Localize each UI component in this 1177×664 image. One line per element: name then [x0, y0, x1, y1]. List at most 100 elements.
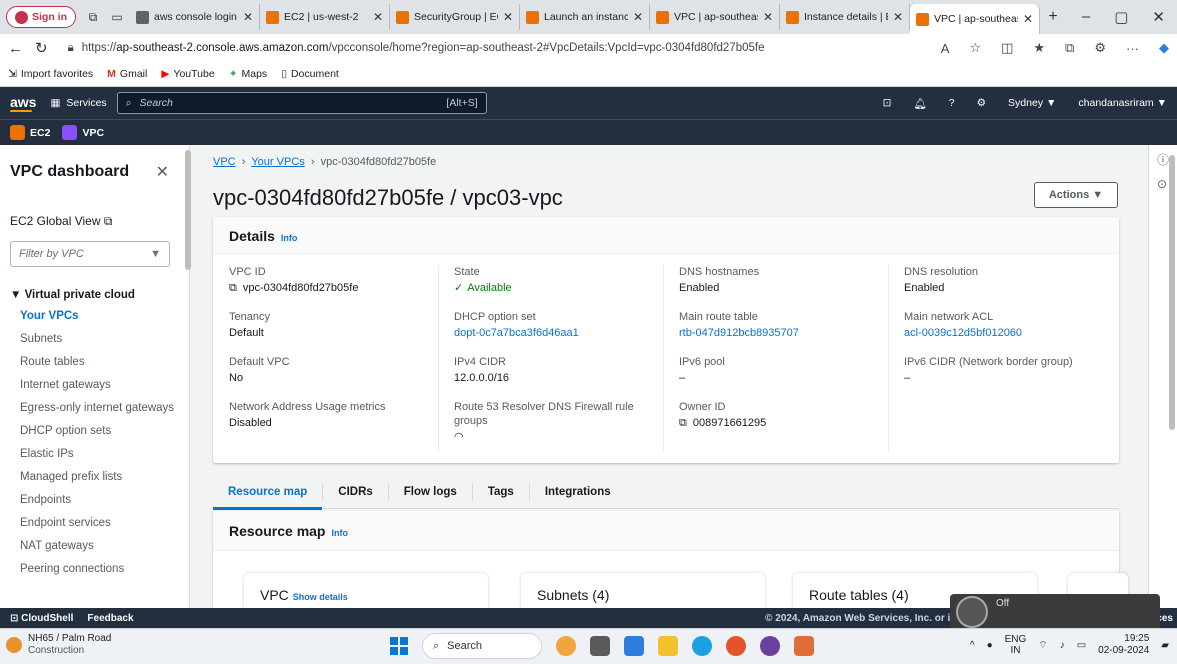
close-window-icon[interactable]: ✕	[1152, 8, 1165, 26]
notifications-tray-icon[interactable]: ▰	[1161, 640, 1169, 651]
sidebar-item[interactable]: NAT gateways	[10, 535, 189, 558]
sidebar-item[interactable]: DHCP option sets	[10, 420, 189, 443]
back-icon[interactable]: ←	[8, 40, 23, 57]
bookmark-item[interactable]: ⇲ Import favorites	[8, 68, 93, 80]
workspaces-icon[interactable]: ⧉	[82, 6, 104, 28]
browser-tab[interactable]: VPC | ap-southeast ✕	[650, 4, 780, 30]
account-menu[interactable]: chandanasriram ▼	[1078, 97, 1167, 109]
tab-actions-icon[interactable]: ▭	[106, 6, 128, 28]
tab-cidrs[interactable]: CIDRs	[323, 483, 389, 500]
sidebar-item[interactable]: Managed prefix lists	[10, 466, 189, 489]
collections-icon[interactable]: ⧉	[1065, 40, 1074, 56]
sidebar-item[interactable]: Peering connections	[10, 558, 189, 581]
more-icon[interactable]: ···	[1126, 41, 1139, 56]
field-value[interactable]: dopt-0c7a7bca3f6d46aa1	[454, 325, 664, 341]
filter-by-vpc-select[interactable]: Filter by VPC ▼	[10, 241, 170, 267]
sidebar-scrollbar[interactable]	[185, 150, 191, 270]
tab-flow-logs[interactable]: Flow logs	[389, 483, 473, 500]
resource-map-info-link[interactable]: Info	[331, 528, 348, 538]
browser-tab[interactable]: aws console login - ✕	[130, 4, 260, 30]
sidebar-item[interactable]: Subnets	[10, 328, 189, 351]
vscode-app-icon[interactable]	[624, 636, 644, 656]
tab-integrations[interactable]: Integrations	[530, 484, 626, 500]
file-explorer-icon[interactable]	[658, 636, 678, 656]
feedback-link[interactable]: Feedback	[87, 613, 133, 624]
info-panel-icon[interactable]: ⓘ	[1157, 151, 1169, 168]
tab-close-icon[interactable]: ✕	[893, 10, 903, 24]
shortcut-vpc[interactable]: VPC	[62, 125, 104, 140]
refresh-icon[interactable]: ↻	[35, 39, 48, 57]
tab-close-icon[interactable]: ✕	[1023, 12, 1033, 26]
copilot-icon[interactable]: ◆	[1159, 40, 1169, 56]
services-menu[interactable]: ▦ Services	[50, 97, 106, 109]
url-field[interactable]: 🔒︎ https://ap-southeast-2.console.aws.am…	[68, 42, 929, 55]
notifications-icon[interactable]: 🔔︎	[913, 97, 926, 110]
microphone-icon[interactable]	[956, 596, 988, 628]
wifi-icon[interactable]: ⌔	[1038, 639, 1047, 652]
actions-button[interactable]: Actions ▼	[1034, 182, 1118, 208]
show-details-link[interactable]: Show details	[293, 592, 348, 602]
field-value[interactable]: rtb-047d912bcb8935707	[679, 325, 889, 341]
browser-tab[interactable]: SecurityGroup | EC ✕	[390, 4, 520, 30]
cloudshell-link[interactable]: ⊡ CloudShell	[10, 613, 73, 624]
settings-icon[interactable]: ⚙	[977, 97, 986, 109]
tab-resource-map[interactable]: Resource map	[213, 483, 324, 510]
page-scrollbar[interactable]	[1169, 155, 1175, 430]
browser-tab[interactable]: VPC | ap-southeast ✕	[910, 4, 1040, 34]
aws-logo[interactable]: aws	[10, 95, 36, 112]
copy-icon[interactable]: ⧉	[679, 417, 687, 429]
sidebar-item[interactable]: Egress-only internet gateways	[10, 397, 189, 420]
read-aloud-icon[interactable]: A	[941, 41, 950, 56]
clock[interactable]: 19:25 02-09-2024	[1098, 633, 1149, 657]
copy-icon[interactable]: ⧉	[229, 282, 237, 294]
git-app-icon[interactable]	[794, 636, 814, 656]
media-app-icon[interactable]	[760, 636, 780, 656]
virtual-private-cloud-section[interactable]: ▼ Virtual private cloud	[10, 289, 189, 301]
tab-close-icon[interactable]: ✕	[633, 10, 643, 24]
split-screen-icon[interactable]: ◫	[1001, 40, 1013, 56]
breadcrumb-your-vpcs[interactable]: Your VPCs	[251, 156, 304, 168]
bookmark-item[interactable]: ▶ YouTube	[161, 68, 214, 80]
browser-tab[interactable]: Launch an instance ✕	[520, 4, 650, 30]
help-icon[interactable]: ?	[949, 97, 955, 109]
bookmark-item[interactable]: ▯ Document	[281, 68, 339, 80]
browser-tab[interactable]: Instance details | E ✕	[780, 4, 910, 30]
task-view-icon[interactable]	[590, 636, 610, 656]
extensions-icon[interactable]: ⚙	[1094, 40, 1106, 56]
search-input[interactable]: ⌕ Search [Alt+S]	[116, 92, 487, 114]
details-info-link[interactable]: Info	[281, 233, 298, 243]
minimize-icon[interactable]: –	[1082, 8, 1090, 26]
chrome-app-icon[interactable]	[726, 636, 746, 656]
sign-in-button[interactable]: Sign in	[6, 6, 76, 28]
new-tab-icon[interactable]: +	[1042, 6, 1064, 28]
cloudshell-icon[interactable]: ⊡	[883, 97, 892, 109]
browser-tab[interactable]: EC2 | us-west-2 ✕	[260, 4, 390, 30]
tab-close-icon[interactable]: ✕	[503, 10, 513, 24]
shortcut-ec2[interactable]: EC2	[10, 125, 50, 140]
region-selector[interactable]: Sydney ▼	[1008, 97, 1056, 109]
tab-close-icon[interactable]: ✕	[763, 10, 773, 24]
bookmark-item[interactable]: M Gmail	[107, 68, 147, 80]
taskbar-search[interactable]: ⌕ Search	[422, 633, 542, 659]
close-icon[interactable]: ✕	[156, 162, 169, 182]
sidebar-item[interactable]: Your VPCs	[10, 305, 189, 328]
field-value[interactable]: acl-0039c12d5bf012060	[904, 325, 1114, 341]
volume-icon[interactable]: ♪	[1060, 640, 1065, 651]
maximize-icon[interactable]: ▢	[1114, 8, 1128, 26]
favorite-star-icon[interactable]: ☆	[969, 40, 981, 56]
sidebar-item[interactable]: Route tables	[10, 351, 189, 374]
weather-widget[interactable]: NH65 / Palm Road Construction	[6, 633, 111, 657]
tab-close-icon[interactable]: ✕	[373, 10, 383, 24]
tab-tags[interactable]: Tags	[473, 483, 530, 500]
language-indicator[interactable]: ENG IN	[1005, 634, 1027, 656]
tray-app-icon[interactable]: ●	[987, 640, 993, 651]
ec2-global-view-link[interactable]: EC2 Global View ⧉	[10, 214, 189, 229]
breadcrumb-vpc[interactable]: VPC	[213, 156, 236, 168]
edge-app-icon[interactable]	[692, 636, 712, 656]
sidebar-item[interactable]: Elastic IPs	[10, 443, 189, 466]
favorites-icon[interactable]: ★	[1033, 40, 1045, 56]
tab-close-icon[interactable]: ✕	[243, 10, 253, 24]
bookmark-item[interactable]: ✦ Maps	[229, 68, 268, 80]
chevron-up-icon[interactable]: ^	[970, 640, 975, 651]
battery-icon[interactable]: ▭	[1077, 640, 1086, 651]
